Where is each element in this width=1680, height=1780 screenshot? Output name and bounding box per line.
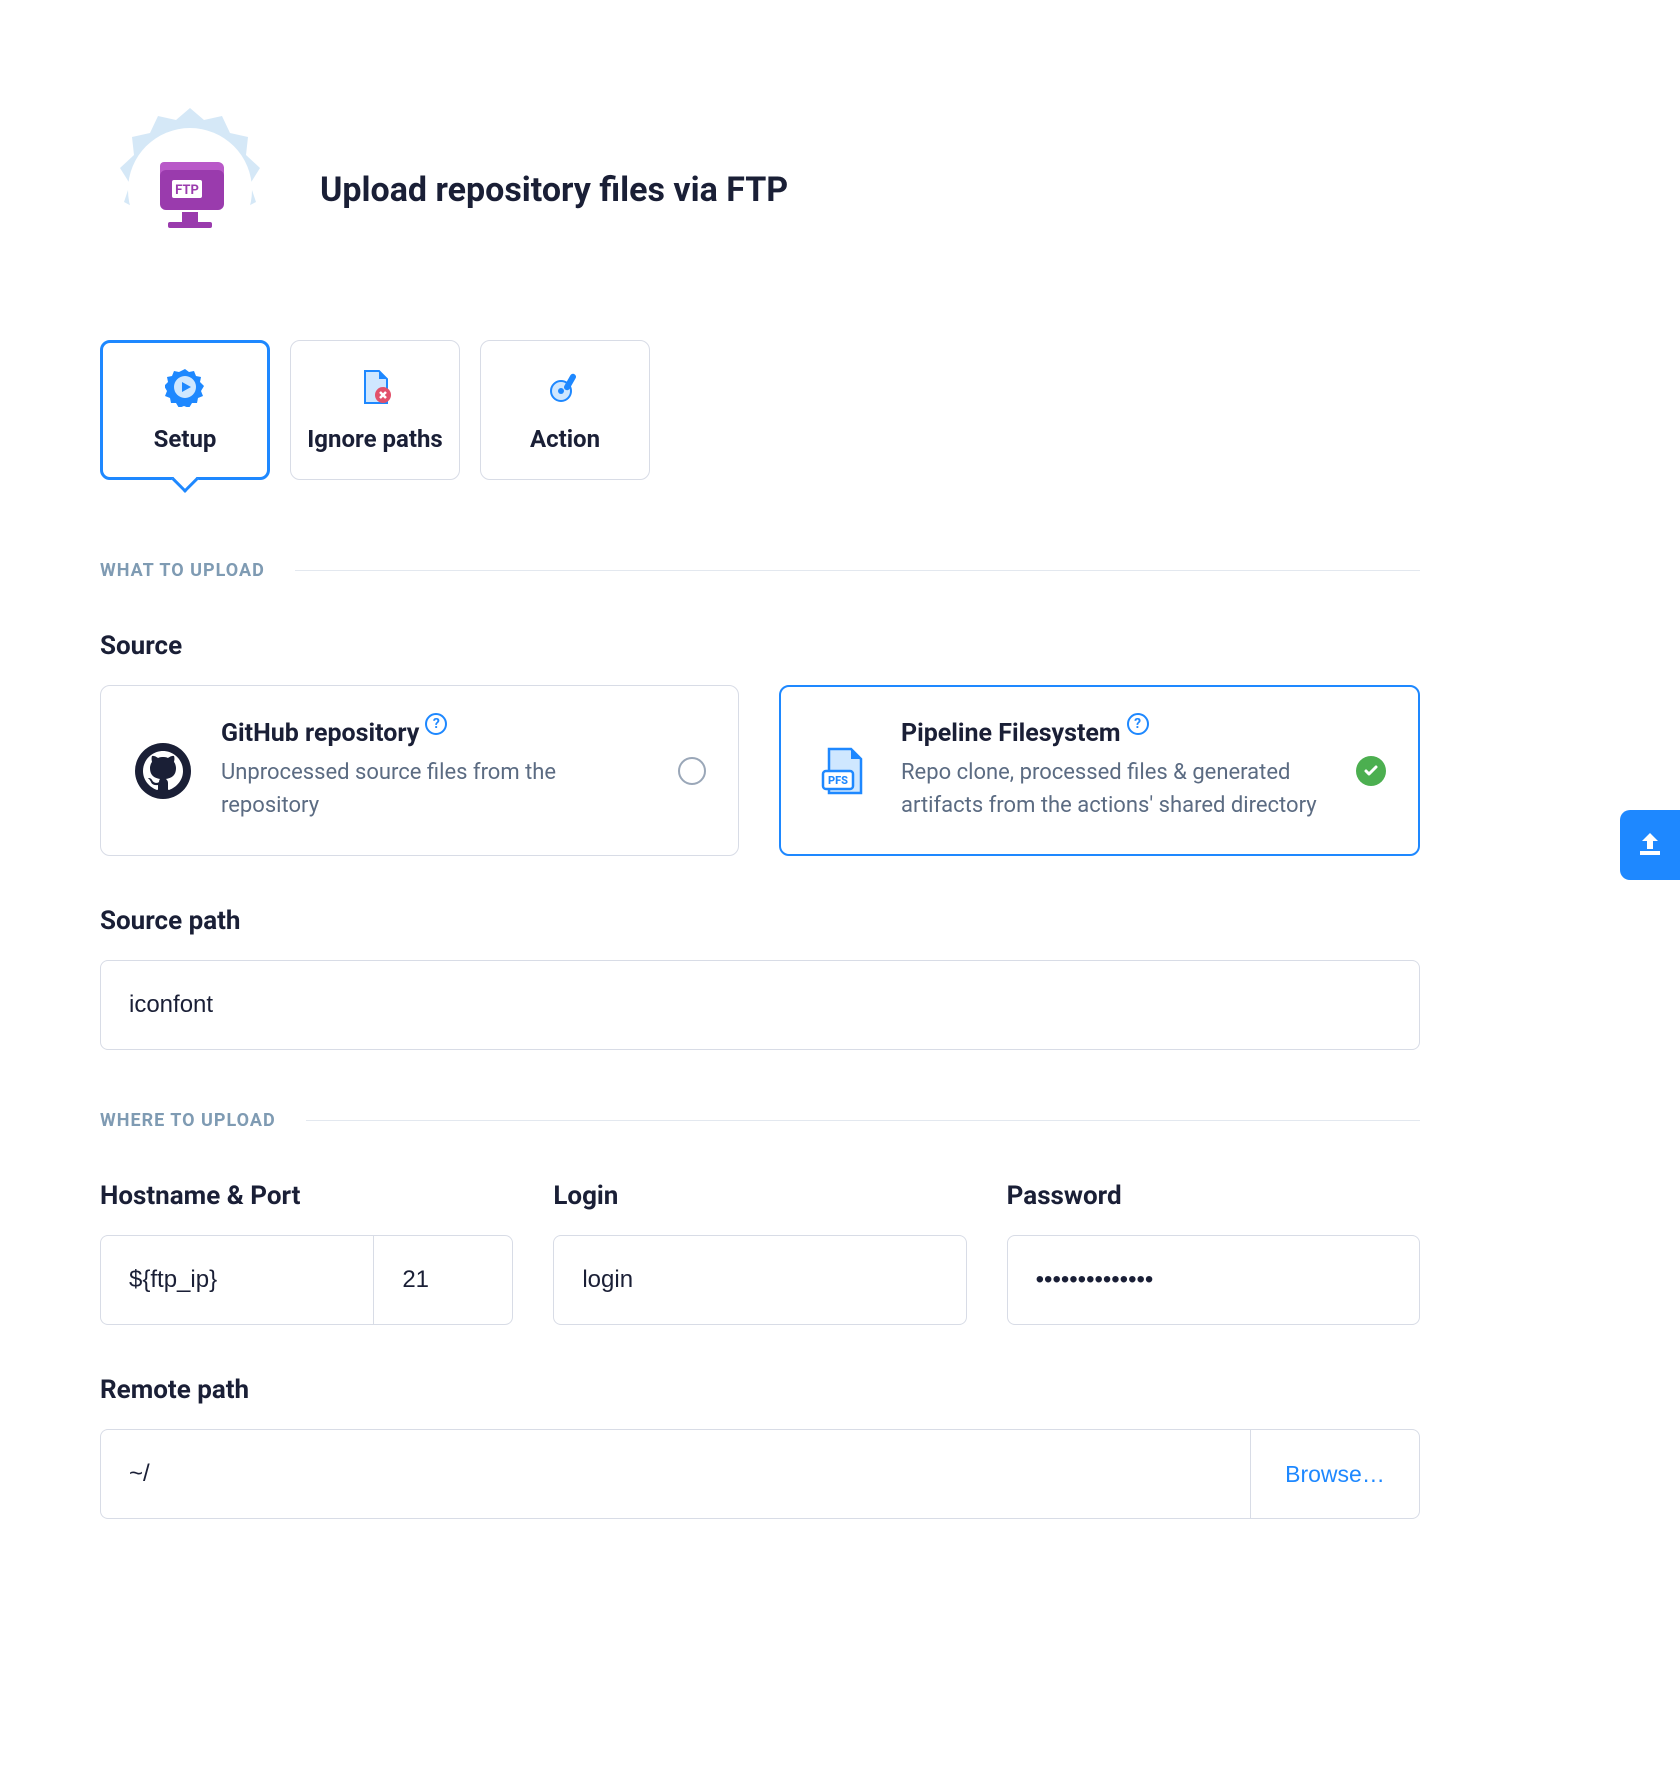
login-label: Login (553, 1181, 966, 1211)
svg-text:PFS: PFS (828, 774, 848, 787)
radio-unchecked-icon (678, 757, 706, 785)
login-input[interactable] (553, 1235, 966, 1325)
source-label: Source (100, 631, 1420, 661)
tab-label: Action (530, 425, 600, 453)
remote-path-input[interactable] (100, 1429, 1250, 1519)
section-heading-what: WHAT TO UPLOAD (100, 560, 1420, 581)
gear-play-icon (165, 367, 205, 407)
card-desc: Unprocessed source files from the reposi… (221, 756, 650, 822)
card-title: GitHub repository (221, 719, 419, 748)
tab-ignore-paths[interactable]: Ignore paths (290, 340, 460, 480)
browse-button[interactable]: Browse… (1250, 1429, 1420, 1519)
card-title: Pipeline Filesystem (901, 719, 1121, 748)
password-input[interactable] (1007, 1235, 1420, 1325)
remote-path-label: Remote path (100, 1375, 1420, 1405)
action-brush-icon (545, 367, 585, 407)
tab-label: Ignore paths (307, 425, 442, 453)
side-upload-button[interactable] (1620, 810, 1680, 880)
tab-action[interactable]: Action (480, 340, 650, 480)
source-options: GitHub repository ? Unprocessed source f… (100, 685, 1420, 856)
tab-setup[interactable]: Setup (100, 340, 270, 480)
svg-text:FTP: FTP (175, 183, 199, 198)
hostname-port-label: Hostname & Port (100, 1181, 513, 1211)
upload-icon (1634, 827, 1666, 863)
card-desc: Repo clone, processed files & generated … (901, 756, 1328, 822)
source-path-input[interactable] (100, 960, 1420, 1050)
source-option-pipeline-filesystem[interactable]: PFS Pipeline Filesystem ? Repo clone, pr… (779, 685, 1420, 856)
help-icon[interactable]: ? (425, 713, 447, 735)
password-label: Password (1007, 1181, 1420, 1211)
tab-label: Setup (154, 425, 217, 453)
tabs: Setup Ignore paths Action (100, 340, 1420, 480)
port-input[interactable] (373, 1235, 513, 1325)
section-heading-where: WHERE TO UPLOAD (100, 1110, 1420, 1131)
pfs-file-icon: PFS (813, 741, 873, 801)
ftp-gear-icon: FTP (100, 100, 280, 280)
hostname-input[interactable] (100, 1235, 373, 1325)
source-path-label: Source path (100, 906, 1420, 936)
check-circle-icon (1356, 756, 1386, 786)
source-option-github[interactable]: GitHub repository ? Unprocessed source f… (100, 685, 739, 856)
help-icon[interactable]: ? (1127, 713, 1149, 735)
page-header: FTP Upload repository files via FTP (100, 100, 1420, 280)
page-title: Upload repository files via FTP (320, 170, 788, 210)
file-x-icon (355, 367, 395, 407)
github-icon (133, 741, 193, 801)
